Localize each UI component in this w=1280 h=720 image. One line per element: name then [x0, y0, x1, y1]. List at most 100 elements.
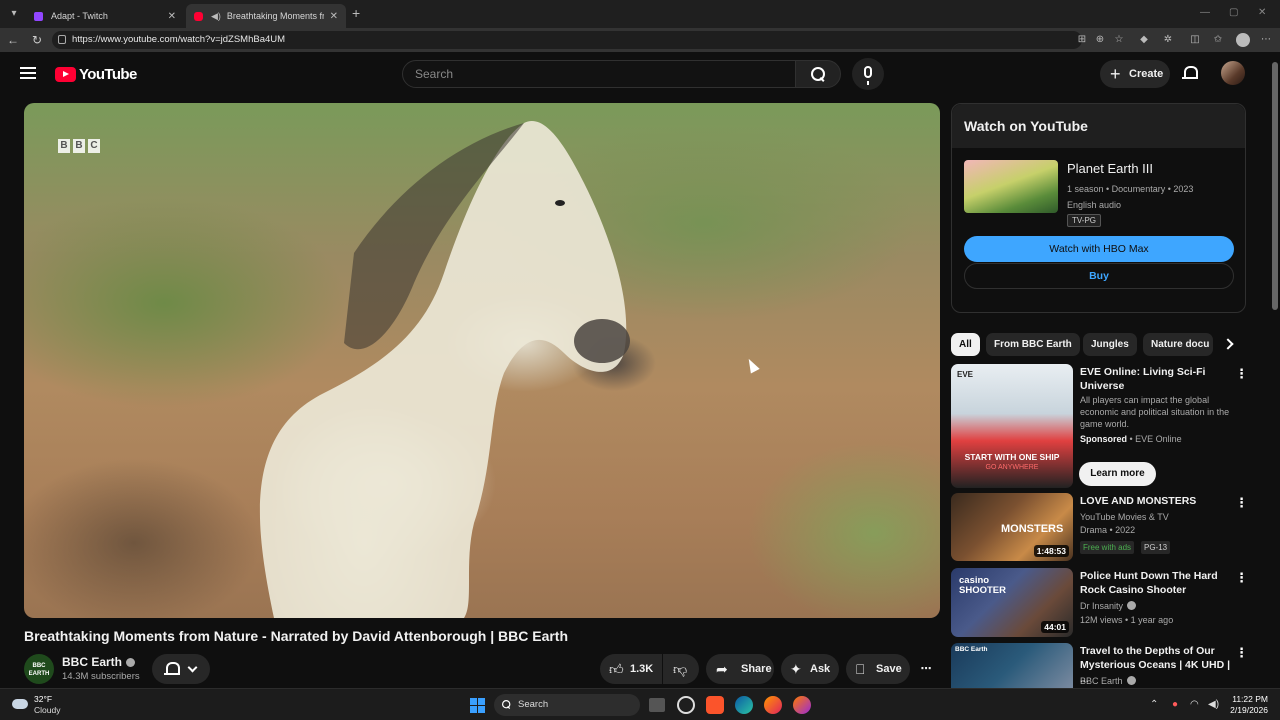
video-title: Breathtaking Moments from Nature - Narra…: [24, 628, 569, 644]
window-close-icon[interactable]: ✕: [1258, 7, 1266, 18]
speaker-icon[interactable]: ◀): [211, 11, 221, 22]
duration-badge: 44:01: [1041, 621, 1069, 633]
task-view-icon[interactable]: [649, 698, 665, 712]
like-button[interactable]: 👍︎ 1.3K: [600, 654, 662, 684]
maximize-icon[interactable]: ▢: [1229, 7, 1238, 18]
share-label: Share: [741, 663, 772, 675]
chip-all[interactable]: All: [951, 333, 980, 356]
extension-diamond-icon[interactable]: ◆: [1138, 34, 1150, 46]
youtube-header: YouTube Search + Create: [0, 52, 1270, 98]
taskbar-search[interactable]: Search: [494, 694, 640, 716]
buy-button[interactable]: Buy: [964, 263, 1234, 289]
ad-description: All players can impact the global econom…: [1080, 395, 1230, 429]
edge-browser-icon[interactable]: [735, 696, 753, 714]
browser-profile-avatar[interactable]: [1236, 33, 1250, 47]
rec-meta: 12M views • 1 year ago: [1080, 615, 1174, 625]
extensions-puzzle-icon[interactable]: ✲: [1162, 34, 1174, 46]
temperature[interactable]: 32°F: [34, 694, 52, 704]
channel-name[interactable]: BBC Earth: [62, 655, 136, 669]
browser-toolbar: ← ↻ https://www.youtube.com/watch?v=jdZS…: [0, 28, 1280, 52]
back-arrow-icon[interactable]: ←: [6, 33, 20, 47]
app-circle-icon[interactable]: [677, 696, 695, 714]
chevron-right-icon[interactable]: [1222, 338, 1234, 350]
show-hidden-icons-chevron-icon[interactable]: ⌃: [1150, 699, 1158, 711]
tab-close-icon[interactable]: ✕: [168, 11, 176, 22]
browser-tab-twitch[interactable]: Adapt - Twitch ✕: [26, 4, 184, 28]
plus-icon: +: [1110, 64, 1121, 84]
youtube-favicon-icon: [194, 11, 203, 21]
browser-tab-youtube[interactable]: ◀) Breathtaking Moments from N ✕: [186, 4, 346, 28]
notifications-bell-icon[interactable]: [1182, 66, 1198, 81]
page-scrollbar[interactable]: [1270, 52, 1280, 688]
ask-button[interactable]: ✦ Ask: [781, 654, 839, 684]
cloud-icon[interactable]: [12, 699, 28, 709]
dislike-button[interactable]: 👎︎: [663, 654, 699, 684]
scrollbar-thumb[interactable]: [1272, 62, 1278, 310]
user-avatar[interactable]: [1221, 61, 1245, 85]
reload-icon[interactable]: ↻: [30, 33, 44, 47]
chip-nature-documentaries[interactable]: Nature docu: [1143, 333, 1213, 356]
search-button[interactable]: [795, 60, 841, 88]
thumbs-up-icon: 👍︎: [609, 661, 624, 677]
video-thumbnail[interactable]: BBC Earth: [951, 643, 1073, 688]
youtube-logo[interactable]: YouTube: [55, 66, 137, 83]
new-tab-plus-icon[interactable]: +: [352, 6, 360, 20]
more-options-icon[interactable]: ⋮: [1235, 496, 1248, 509]
subscription-notifications-button[interactable]: [152, 654, 210, 684]
create-button[interactable]: + Create: [1100, 60, 1170, 88]
video-thumbnail[interactable]: casino SHOOTER 44:01: [951, 568, 1073, 637]
zoom-icon[interactable]: ⊕: [1094, 34, 1106, 46]
clock-date: 2/19/2026: [1230, 705, 1268, 715]
share-button[interactable]: ➦ Share: [706, 654, 774, 684]
site-info-icon[interactable]: [58, 35, 66, 44]
sparkle-icon: ✦: [790, 661, 802, 677]
split-screen-icon[interactable]: ◫: [1189, 34, 1201, 46]
sponsor-name: • EVE Online: [1127, 434, 1182, 444]
wifi-icon[interactable]: ◠: [1190, 699, 1199, 711]
save-button[interactable]: ⎕ Save: [846, 654, 910, 684]
tab-view-icon[interactable]: ⊞: [1076, 34, 1088, 46]
brave-browser-icon[interactable]: [706, 696, 724, 714]
more-options-icon[interactable]: ⋮: [1235, 571, 1248, 584]
chip-from-bbc-earth[interactable]: From BBC Earth: [986, 333, 1080, 356]
firefox-dev-icon[interactable]: [793, 696, 811, 714]
channel-avatar[interactable]: BBC EARTH: [24, 654, 54, 684]
search-icon: [502, 700, 511, 709]
volume-icon[interactable]: ◀): [1208, 699, 1219, 711]
free-with-ads-badge: Free with ads: [1080, 541, 1135, 554]
rec-title[interactable]: LOVE AND MONSTERS: [1080, 494, 1230, 508]
show-thumbnail[interactable]: [964, 160, 1058, 213]
watch-with-hbo-button[interactable]: Watch with HBO Max: [964, 236, 1234, 262]
browser-menu-icon[interactable]: ⋯: [1260, 34, 1272, 46]
more-options-icon[interactable]: ⋮: [1235, 646, 1248, 659]
rec-title[interactable]: EVE Online: Living Sci-Fi Universe: [1080, 365, 1230, 393]
video-thumbnail[interactable]: MONSTERS 1:48:53: [951, 493, 1073, 561]
minimize-icon[interactable]: —: [1200, 7, 1210, 18]
taskbar-clock[interactable]: 11:22 PM 2/19/2026: [1222, 694, 1268, 716]
ad-thumbnail[interactable]: EVE START WITH ONE SHIP GO ANYWHERE: [951, 364, 1073, 488]
firefox-icon[interactable]: [764, 696, 782, 714]
more-options-icon[interactable]: ⋮: [1235, 367, 1248, 380]
voice-search-button[interactable]: [852, 58, 884, 90]
learn-more-button[interactable]: Learn more: [1079, 462, 1156, 486]
tab-list-chevron-icon[interactable]: ▾: [6, 6, 22, 22]
verified-badge-icon: [126, 658, 136, 667]
more-actions-icon[interactable]: ⋯: [910, 654, 942, 684]
search-input[interactable]: Search: [402, 60, 796, 88]
rec-channel: BBC Earth: [1080, 675, 1136, 687]
favorites-icon[interactable]: ✩: [1212, 34, 1224, 46]
youtube-play-icon: [55, 67, 76, 82]
show-title[interactable]: Planet Earth III: [1067, 161, 1153, 176]
chip-jungles[interactable]: Jungles: [1083, 333, 1137, 356]
tab-close-icon[interactable]: ✕: [330, 11, 338, 22]
rec-title[interactable]: Police Hunt Down The Hard Rock Casino Sh…: [1080, 569, 1230, 597]
favorite-star-icon[interactable]: ☆: [1113, 34, 1125, 46]
bbc-letter: B: [73, 139, 85, 153]
thumb-headline: MONSTERS: [1001, 523, 1064, 535]
hamburger-menu-icon[interactable]: [20, 67, 36, 79]
windows-start-icon[interactable]: [470, 698, 485, 713]
address-bar[interactable]: https://www.youtube.com/watch?v=jdZSMhBa…: [52, 31, 1082, 49]
microphone-in-use-icon[interactable]: ●: [1172, 699, 1178, 711]
video-player[interactable]: B B C: [24, 103, 940, 618]
weather-description[interactable]: Cloudy: [34, 705, 60, 715]
